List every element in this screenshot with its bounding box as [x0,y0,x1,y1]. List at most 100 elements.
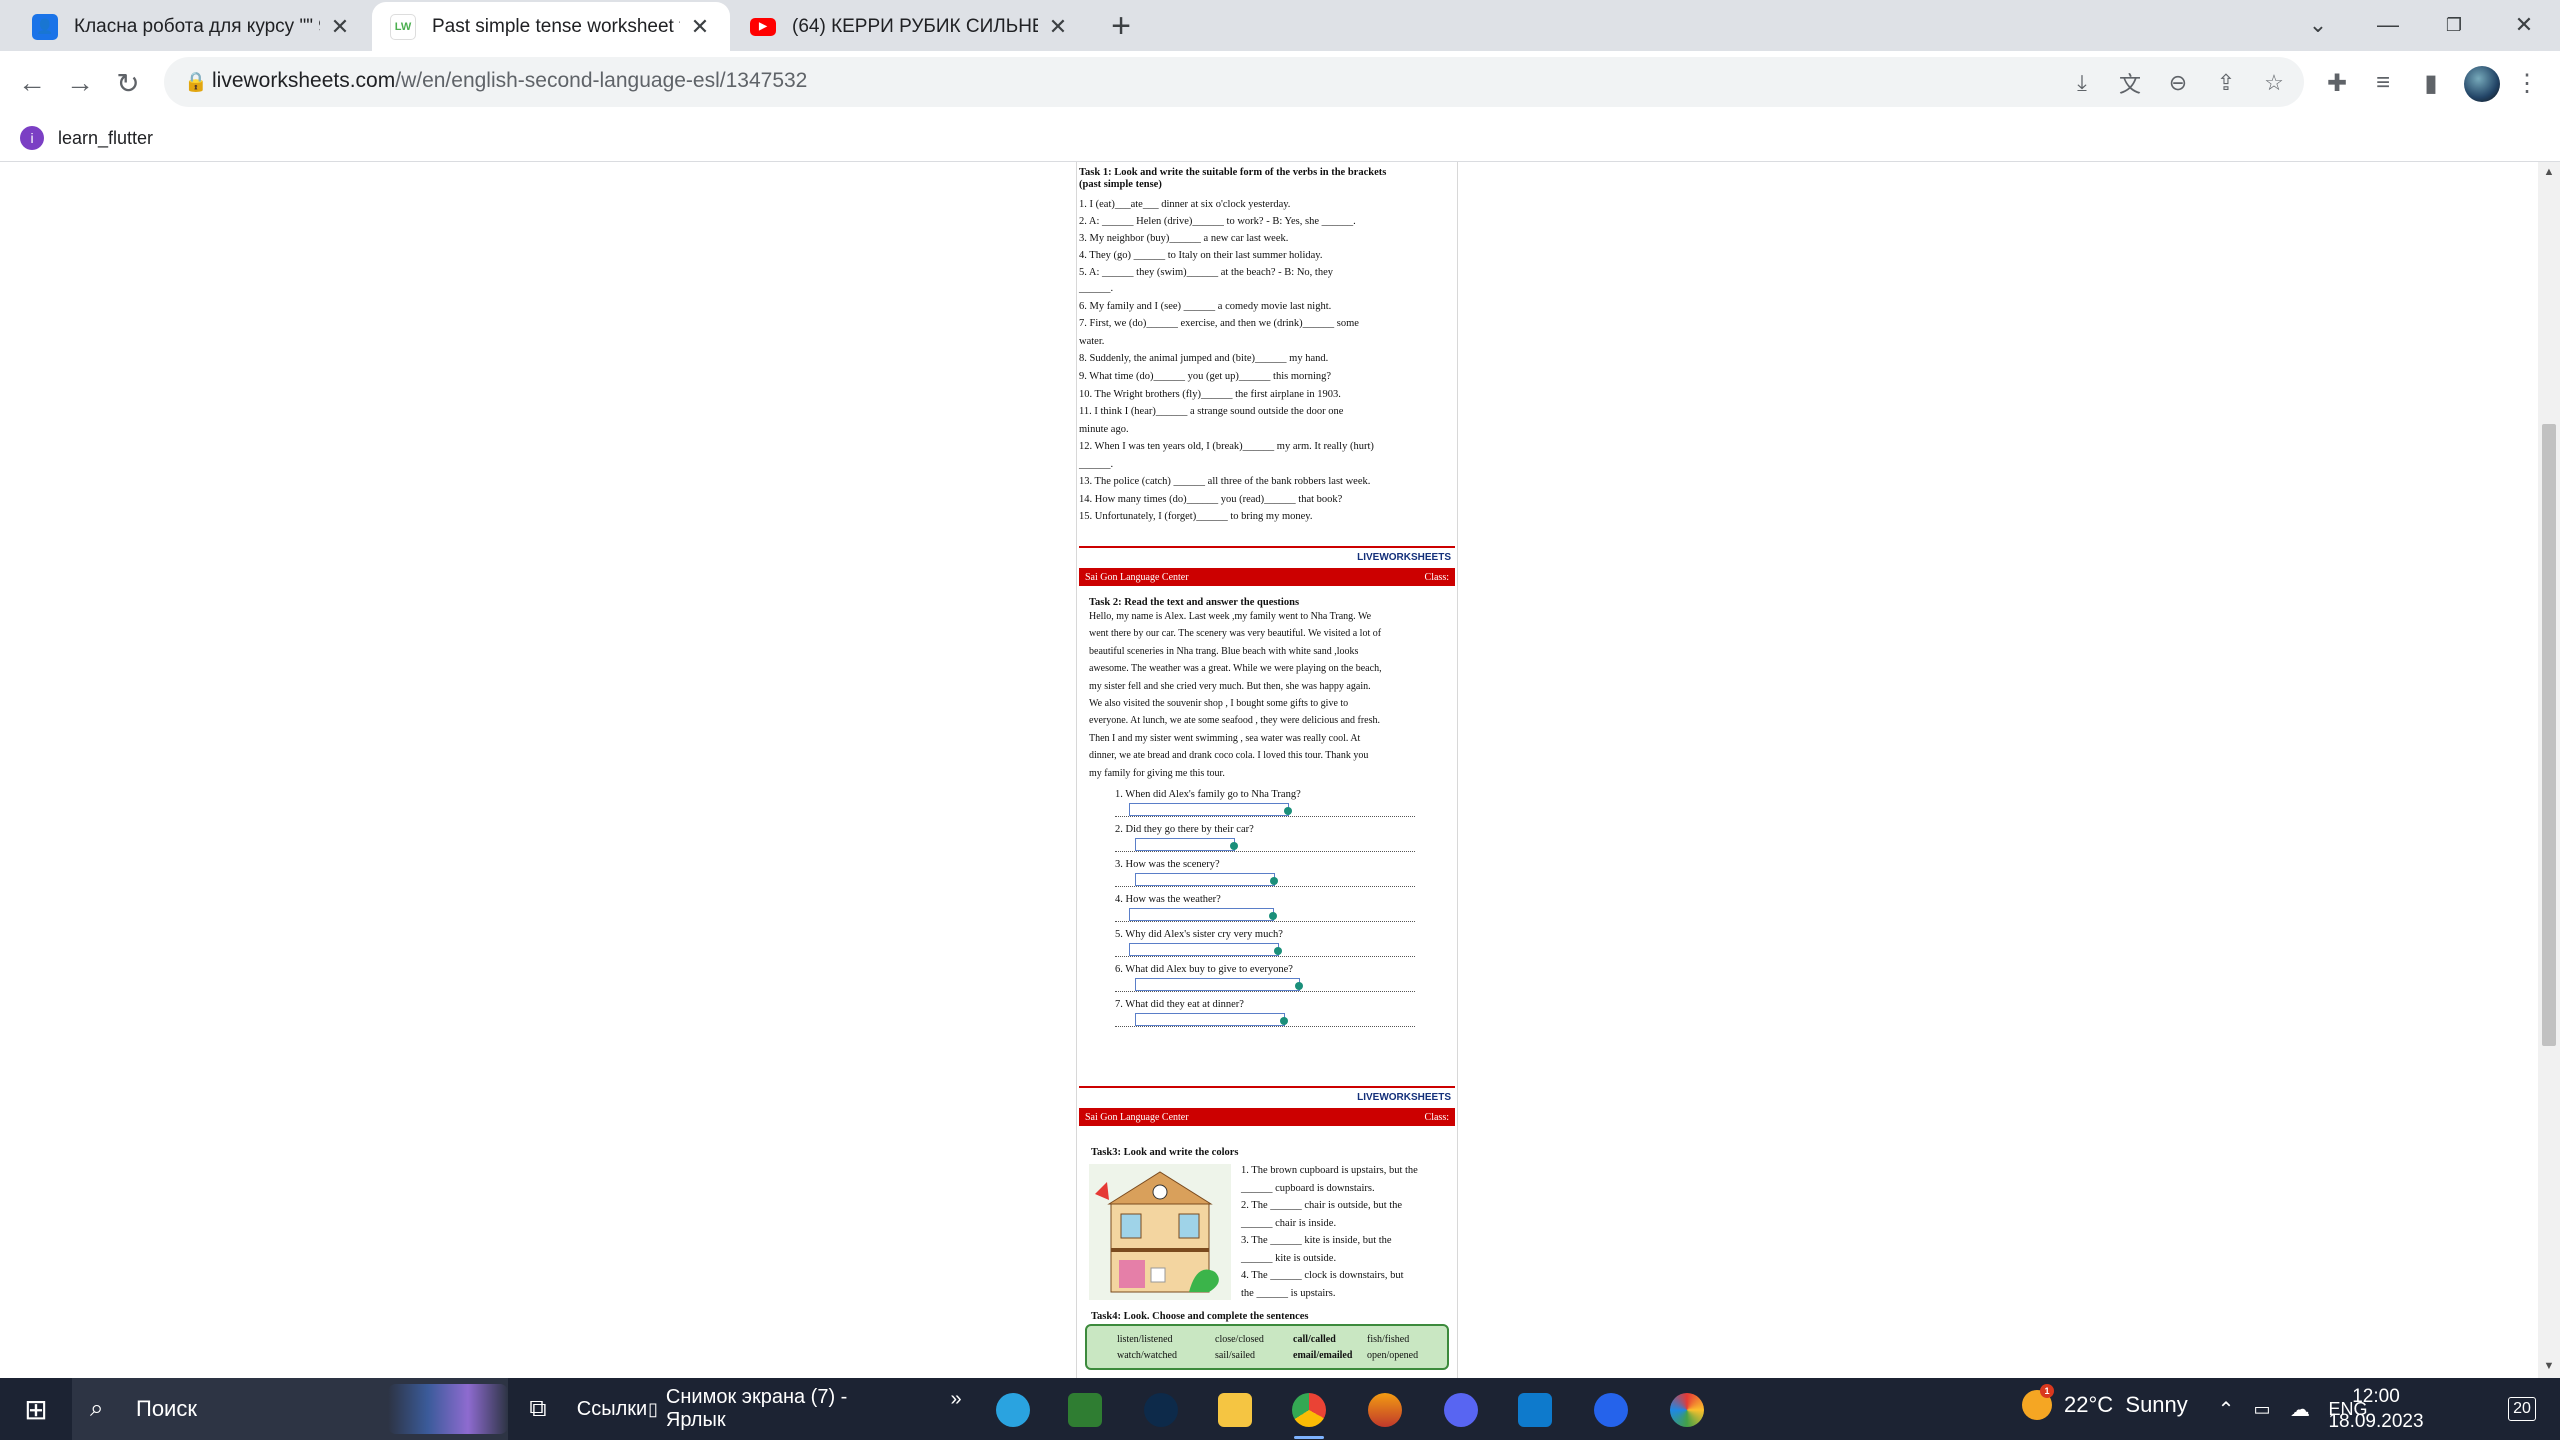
forward-icon[interactable]: → [62,65,98,101]
lock-icon[interactable]: 🔒 [184,70,208,94]
check-icon [1270,877,1278,885]
tab-search-icon[interactable]: ⌄ [2298,8,2338,42]
side-panel-icon[interactable]: ▮ [2414,66,2448,100]
file-explorer-icon[interactable] [1218,1393,1252,1427]
steam-icon[interactable] [1144,1393,1178,1427]
new-tab-button[interactable]: + [1105,7,1137,45]
avatar[interactable] [2464,66,2500,102]
answer-field[interactable] [1129,943,1282,956]
search-icon: ⌕ [90,1395,104,1422]
taskbar: ⊞ ⌕ Поиск ⧉ Ссылки ▯ Снимок экрана (7) -… [0,1378,2560,1440]
task3-item: 2. The ______ chair is outside, but the [1241,1200,1403,1211]
task1-item: ______. [1079,459,1114,470]
house-image [1089,1164,1231,1300]
paragraph-line: Hello, my name is Alex. Last week ,my fa… [1089,611,1372,622]
task3-item: 1. The brown cupboard is upstairs, but t… [1241,1165,1418,1176]
app-store-icon[interactable] [1594,1393,1628,1427]
answer-row [1115,978,1415,992]
task1-item: 2. A: ______ Helen (drive)______ to work… [1079,216,1356,227]
tray-chevron-icon[interactable]: ⌃ [2212,1378,2240,1440]
task1-item: 10. The Wright brothers (fly)______ the … [1079,389,1341,400]
question-label: 4. How was the weather? [1115,894,1221,905]
install-icon[interactable]: ⤓ [2068,69,2096,97]
task1-subtitle: (past simple tense) [1079,179,1162,190]
task1-item: 12. When I was ten years old, I (break)_… [1079,441,1374,452]
telegram-icon[interactable] [996,1393,1030,1427]
tab-worksheet[interactable]: LW Past simple tense worksheet for g ✕ [372,2,730,51]
answer-row [1115,943,1415,957]
links-toolbar[interactable]: Ссылки [574,1378,650,1440]
answer-field[interactable] [1129,908,1277,921]
url-text[interactable]: liveworksheets.com/w/en/english-second-l… [212,69,807,93]
back-icon[interactable]: ← [14,65,50,101]
page-content: Task 1: Look and write the suitable form… [0,162,2538,1378]
share-icon[interactable]: ⇪ [2212,69,2240,97]
vscode-icon[interactable] [1518,1393,1552,1427]
fl-studio-icon[interactable] [1368,1393,1402,1427]
answer-field[interactable] [1135,978,1303,991]
browser-toolbar: ← → ↻ 🔒 liveworksheets.com/w/en/english-… [0,51,2560,114]
tab-youtube[interactable]: ▶ (64) КЕРРИ РУБИК СИЛЬНЕЕ ИН ✕ [732,2,1088,51]
center-name: Sai Gon Language Center [1085,571,1189,583]
star-icon[interactable]: ☆ [2260,69,2288,97]
question-label: 7. What did they eat at dinner? [1115,999,1244,1010]
excel-icon[interactable] [1068,1393,1102,1427]
device-icon[interactable]: ▭ [2248,1378,2276,1440]
close-icon[interactable]: ✕ [328,14,352,39]
extensions-icon[interactable]: ✚ [2320,66,2354,100]
clock-date: 18.09.2023 [2328,1411,2424,1432]
task3-item: ______ kite is outside. [1241,1252,1337,1264]
search-input[interactable]: ⌕ Поиск [72,1378,508,1440]
divider [1079,1086,1455,1088]
word-option: email/emailed [1293,1350,1353,1361]
paragraph-line: beautiful sceneries in Nha trang. Blue b… [1089,645,1359,657]
task1-item: 6. My family and I (see) ______ a comedy… [1079,301,1332,312]
answer-row [1115,803,1415,817]
word-option: call/called [1293,1334,1336,1345]
task1-item: ______. [1079,283,1114,294]
task1-item: 1. I (eat)___ate___ dinner at six o'cloc… [1079,199,1291,210]
photos-icon[interactable] [1670,1393,1704,1427]
close-icon[interactable]: ✕ [1046,14,1070,39]
question-label: 2. Did they go there by their car? [1115,824,1254,835]
paragraph-line: everyone. At lunch, we ate some seafood … [1089,715,1381,727]
menu-icon[interactable]: ⋮ [2510,66,2544,100]
minimize-icon[interactable]: — [2368,8,2408,42]
scroll-down-icon[interactable]: ▼ [2542,1360,2556,1374]
weather-widget[interactable]: 1 22°C Sunny [2022,1384,2188,1420]
answer-field[interactable] [1135,873,1278,886]
shortcut-toolbar[interactable]: ▯ Снимок экрана (7) - Ярлык [648,1378,908,1440]
discord-icon[interactable] [1444,1393,1478,1427]
clock[interactable]: 12:00 18.09.2023 [2324,1384,2428,1434]
translate-icon[interactable]: 文 [2116,69,2144,97]
tab-classroom[interactable]: 👤 Класна робота для курсу "" 9 - / ✕ [14,2,370,51]
notification-count: 20 [2508,1397,2536,1421]
task1-item: 4. They (go) ______ to Italy on their la… [1079,250,1323,261]
reload-icon[interactable]: ↻ [110,65,146,101]
check-icon [1269,912,1277,920]
onedrive-icon[interactable]: ☁ [2284,1378,2316,1440]
chrome-icon[interactable] [1292,1393,1326,1427]
divider [1079,546,1455,548]
scroll-up-icon[interactable]: ▲ [2542,166,2556,180]
answer-field[interactable] [1135,1013,1288,1026]
question-label: 5. Why did Alex's sister cry very much? [1115,929,1283,940]
answer-field[interactable] [1129,803,1292,816]
windows-start-icon[interactable]: ⊞ [14,1378,58,1440]
answer-field[interactable] [1135,838,1238,851]
zoom-icon[interactable]: ⊖ [2164,69,2192,97]
toolbar-overflow[interactable]: » [944,1368,968,1430]
close-window-icon[interactable]: ✕ [2504,8,2544,42]
scrollbar[interactable]: ▲ ▼ [2538,162,2560,1378]
liveworksheets-logo: LIVEWORKSHEETS [1357,552,1451,563]
restore-icon[interactable]: ❐ [2434,8,2474,42]
task-view-icon[interactable]: ⧉ [520,1378,556,1440]
file-icon: ▯ [648,1398,658,1419]
bookmark-learn-flutter[interactable]: i learn_flutter [20,122,153,154]
answer-row [1115,873,1415,887]
address-bar[interactable]: 🔒 liveworksheets.com/w/en/english-second… [164,57,2304,107]
media-icon[interactable]: ≡ [2366,66,2400,100]
scroll-thumb[interactable] [2542,424,2556,1046]
notifications-icon[interactable]: 20 [2500,1378,2544,1440]
close-icon[interactable]: ✕ [688,14,712,39]
